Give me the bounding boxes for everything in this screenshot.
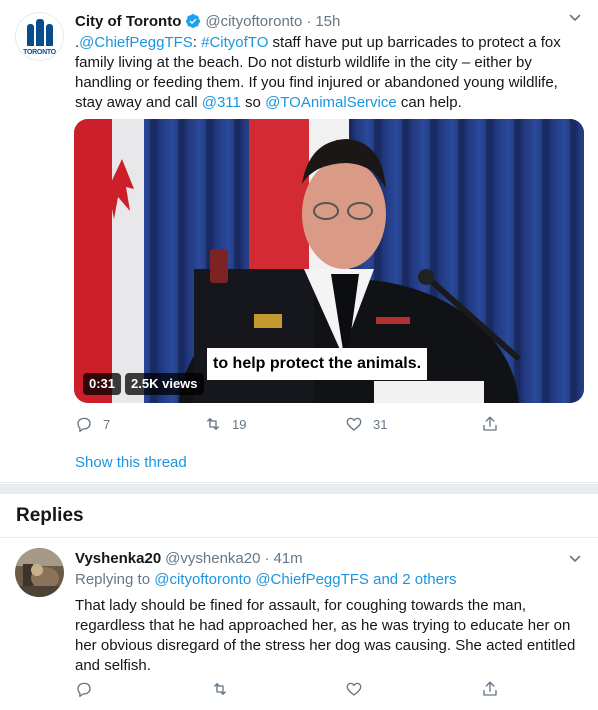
tweet-link[interactable]: @ChiefPeggTFS bbox=[79, 34, 193, 51]
reply-author-avatar[interactable] bbox=[15, 548, 64, 597]
avatar-photo bbox=[15, 548, 64, 597]
reply-author-name[interactable]: Vyshenka20 bbox=[75, 550, 161, 567]
tweet-link[interactable]: @311 bbox=[202, 94, 241, 111]
tweet-text: .@ChiefPeggTFS: #CityofTO staff have put… bbox=[75, 33, 585, 113]
section-divider bbox=[0, 484, 598, 494]
tweet-text-segment: can help. bbox=[396, 94, 462, 111]
reply-timestamp[interactable]: 41m bbox=[273, 550, 302, 567]
reply-author-handle[interactable]: @vyshenka20 bbox=[165, 550, 260, 567]
replying-to-users[interactable]: @cityoftoronto @ChiefPeggTFS and 2 other… bbox=[154, 571, 456, 588]
tweet-link[interactable]: #CityofTO bbox=[201, 34, 268, 51]
reply-share-button[interactable] bbox=[481, 679, 499, 699]
retweet-button[interactable]: 19 bbox=[204, 414, 246, 434]
reply-like-button[interactable] bbox=[345, 679, 363, 699]
reply-icon bbox=[77, 682, 91, 698]
tweet-link[interactable]: @TOAnimalService bbox=[265, 94, 397, 111]
tweet-text-segment: so bbox=[240, 94, 266, 111]
tweet-timestamp[interactable]: 15h bbox=[315, 13, 340, 30]
share-button[interactable] bbox=[481, 414, 499, 434]
chevron-down-icon[interactable] bbox=[569, 553, 581, 565]
logo-wordmark: TORONTO bbox=[23, 48, 56, 56]
tweet[interactable]: TORONTO City of Toronto @cityoftoronto ·… bbox=[0, 0, 598, 483]
like-count: 31 bbox=[373, 416, 388, 432]
replies-heading: Replies bbox=[16, 505, 84, 526]
author-name[interactable]: City of Toronto bbox=[75, 13, 181, 30]
share-icon bbox=[483, 681, 497, 696]
reply-retweet-button[interactable] bbox=[211, 679, 229, 699]
tweet-text-segment: : bbox=[192, 34, 202, 51]
tweet-header: City of Toronto @cityoftoronto · 15h bbox=[75, 11, 340, 31]
verified-badge-icon bbox=[186, 14, 201, 28]
show-thread-link[interactable]: Show this thread bbox=[75, 454, 187, 471]
reply-reply-button[interactable] bbox=[75, 679, 93, 699]
retweet-count: 19 bbox=[232, 416, 247, 432]
retweet-icon bbox=[207, 418, 219, 430]
replying-prefix: Replying to bbox=[75, 571, 155, 588]
reply-count: 7 bbox=[103, 416, 111, 432]
heart-icon bbox=[346, 417, 362, 431]
reply-icon bbox=[77, 417, 91, 433]
separator-dot: · bbox=[306, 12, 312, 30]
reply-header: Vyshenka20 @vyshenka20 · 41m bbox=[75, 548, 303, 568]
separator-dot: · bbox=[264, 549, 270, 567]
video-views: 2.5K views bbox=[125, 373, 204, 395]
retweet-icon bbox=[214, 683, 226, 695]
replies-divider bbox=[0, 537, 598, 538]
toronto-logo-icon: TORONTO bbox=[23, 18, 56, 56]
reply-button[interactable]: 7 bbox=[75, 414, 110, 434]
heart-icon bbox=[346, 682, 362, 696]
video-caption: to help protect the animals. bbox=[207, 348, 428, 380]
author-handle[interactable]: @cityoftoronto bbox=[205, 13, 302, 30]
chevron-down-icon[interactable] bbox=[569, 12, 581, 24]
video-stats: 0:31 2.5K views bbox=[83, 373, 204, 395]
video-duration: 0:31 bbox=[83, 373, 122, 395]
replying-to: Replying to @cityoftoronto @ChiefPeggTFS… bbox=[75, 571, 457, 588]
reply-text: That lady should be fined for assault, f… bbox=[75, 597, 576, 674]
like-button[interactable]: 31 bbox=[345, 414, 387, 434]
city-of-toronto-avatar[interactable]: TORONTO bbox=[15, 12, 64, 61]
share-icon bbox=[483, 416, 497, 431]
